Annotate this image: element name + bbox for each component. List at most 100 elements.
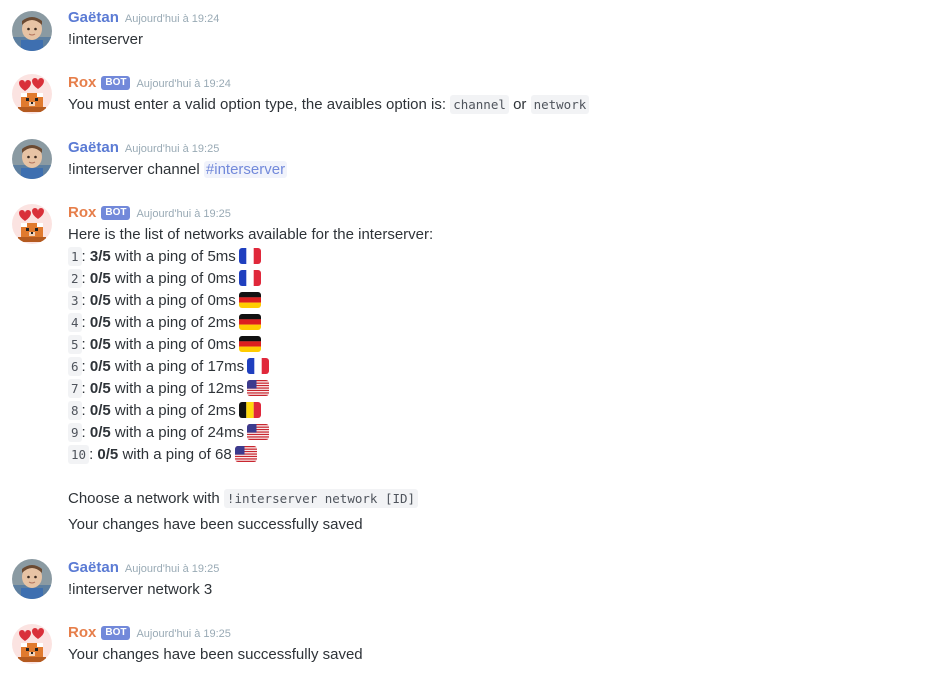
network-ping: with a ping of 12ms [114,380,245,397]
timestamp: Aujourd'hui à 19:25 [124,143,220,155]
network-count: 0/5 [89,380,111,397]
network-count: 0/5 [89,314,111,331]
network-id: 2 [68,269,82,288]
network-id: 4 [68,313,82,332]
separator: : [81,358,86,375]
channel-mention[interactable]: #interserver [203,161,288,178]
germany-flag-icon [239,292,261,308]
choose-network-hint: Choose a network with !interserver netwo… [68,488,419,510]
message-text: You must enter a valid option type, the … [68,94,590,116]
network-count: 3/5 [89,248,111,265]
message-header: Rox BOT Aujourd'hui à 19:25 [68,203,231,224]
message-text-part: Choose a network with [68,490,220,507]
network-count: 0/5 [89,402,111,419]
network-ping: with a ping of 0ms [114,270,236,287]
author-name[interactable]: Rox [68,74,96,91]
network-ping: with a ping of 0ms [114,336,236,353]
network-row: 5: 0/5 with a ping of 0ms [68,334,261,356]
separator: : [81,402,86,419]
network-ping: with a ping of 2ms [114,402,236,419]
france-flag-icon [247,358,269,374]
belgium-flag-icon [239,402,261,418]
bot-avatar[interactable] [12,624,52,664]
separator: : [81,314,86,331]
network-row: 6: 0/5 with a ping of 17ms [68,356,269,378]
network-row: 1: 3/5 with a ping of 5ms [68,246,261,268]
network-count: 0/5 [89,424,111,441]
usa-flag-icon [235,446,257,462]
network-ping: with a ping of 24ms [114,424,245,441]
inline-code: network [530,95,590,114]
message-header: Rox BOT Aujourd'hui à 19:24 [68,73,231,94]
network-row: 4: 0/5 with a ping of 2ms [68,312,261,334]
network-count: 0/5 [89,358,111,375]
network-count: 0/5 [89,270,111,287]
separator: : [81,292,86,309]
france-flag-icon [239,248,261,264]
network-id: 3 [68,291,82,310]
network-row: 10: 0/5 with a ping of 68 [68,444,257,466]
author-name[interactable]: Gaëtan [68,139,119,156]
avatar[interactable] [12,139,52,179]
author-name[interactable]: Rox [68,204,96,221]
germany-flag-icon [239,314,261,330]
network-ping: with a ping of 0ms [114,292,236,309]
network-row: 9: 0/5 with a ping of 24ms [68,422,269,444]
message-header: Gaëtan Aujourd'hui à 19:24 [68,8,219,29]
network-list-intro: Here is the list of networks available f… [68,226,434,243]
network-count: 0/5 [97,446,119,463]
message-text: !interserver [68,31,144,48]
network-ping: with a ping of 17ms [114,358,245,375]
bot-avatar[interactable] [12,74,52,114]
bot-badge: BOT [101,76,131,90]
network-ping: with a ping of 68 [122,446,232,463]
network-row: 2: 0/5 with a ping of 0ms [68,268,261,290]
network-ping: with a ping of 2ms [114,314,236,331]
saved-confirmation: Your changes have been successfully save… [68,516,363,533]
message-header: Gaëtan Aujourd'hui à 19:25 [68,138,219,159]
author-name[interactable]: Rox [68,624,96,641]
network-count: 0/5 [89,336,111,353]
timestamp: Aujourd'hui à 19:25 [124,563,220,575]
network-id: 8 [68,401,82,420]
author-name[interactable]: Gaëtan [68,9,119,26]
separator: : [81,248,86,265]
message-text-part: !interserver channel [68,161,200,178]
bot-badge: BOT [101,626,131,640]
usa-flag-icon [247,424,269,440]
network-id: 10 [68,445,90,464]
timestamp: Aujourd'hui à 19:25 [136,208,231,220]
separator: : [89,446,94,463]
message-text: !interserver channel #interserver [68,159,288,181]
message-header: Rox BOT Aujourd'hui à 19:25 [68,623,231,644]
network-row: 7: 0/5 with a ping of 12ms [68,378,269,400]
bot-badge: BOT [101,206,131,220]
separator: : [81,270,86,287]
network-row: 8: 0/5 with a ping of 2ms [68,400,261,422]
france-flag-icon [239,270,261,286]
usa-flag-icon [247,380,269,396]
inline-code: !interserver network [ID] [223,489,419,508]
network-id: 1 [68,247,82,266]
separator: : [81,424,86,441]
author-name[interactable]: Gaëtan [68,559,119,576]
network-ping: with a ping of 5ms [114,248,236,265]
network-id: 5 [68,335,82,354]
message-text: Your changes have been successfully save… [68,646,363,663]
network-id: 7 [68,379,82,398]
separator: : [81,380,86,397]
germany-flag-icon [239,336,261,352]
avatar[interactable] [12,11,52,51]
timestamp: Aujourd'hui à 19:25 [136,628,231,640]
network-id: 9 [68,423,82,442]
inline-code: channel [450,95,509,114]
avatar[interactable] [12,559,52,599]
network-id: 6 [68,357,82,376]
message-text: !interserver network 3 [68,581,213,598]
bot-avatar[interactable] [12,204,52,244]
timestamp: Aujourd'hui à 19:24 [124,13,220,25]
message-text-part: or [513,96,527,113]
timestamp: Aujourd'hui à 19:24 [136,78,231,90]
message-header: Gaëtan Aujourd'hui à 19:25 [68,558,219,579]
message-text-part: You must enter a valid option type, the … [68,96,447,113]
